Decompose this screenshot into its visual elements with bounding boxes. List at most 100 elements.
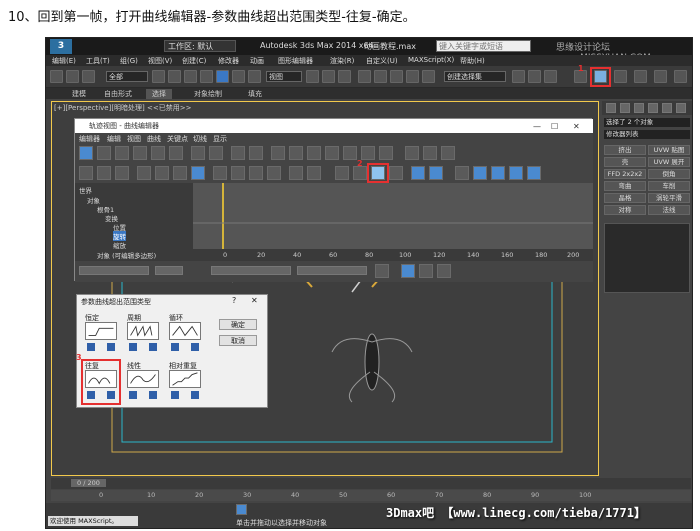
menu-item-group[interactable]: 组(G) xyxy=(120,56,138,66)
add-keys-icon[interactable] xyxy=(151,146,165,160)
tangent-fast-icon[interactable] xyxy=(307,146,321,160)
move-keys-icon[interactable] xyxy=(79,146,93,160)
biped-tool-c-icon[interactable] xyxy=(491,166,505,180)
modifier-button-unwrap[interactable]: UVW 展开 xyxy=(648,157,690,167)
scale-values-icon[interactable] xyxy=(133,146,147,160)
isolate-curve-icon[interactable] xyxy=(115,166,129,180)
dialog-close-icon[interactable]: ✕ xyxy=(251,296,258,305)
object-name-field[interactable]: 选择了 2 个对象 xyxy=(604,118,690,127)
status-field-small[interactable] xyxy=(155,266,183,275)
angle-snap-icon[interactable] xyxy=(374,70,387,83)
modifier-button-bevel[interactable]: 倒角 xyxy=(648,169,690,179)
status-lock-icon[interactable] xyxy=(236,504,247,515)
rect-region-icon[interactable] xyxy=(184,70,197,83)
curve-tool-c-icon[interactable] xyxy=(441,146,455,160)
hierarchy-tab-icon[interactable] xyxy=(634,103,644,113)
menu-item-tools[interactable]: 工具(T) xyxy=(86,56,110,66)
tangent-in-icon[interactable] xyxy=(411,166,425,180)
slide-keys-icon[interactable] xyxy=(97,146,111,160)
show-selected-icon[interactable] xyxy=(97,166,111,180)
biped-tool-e-icon[interactable] xyxy=(527,166,541,180)
mirror-icon[interactable] xyxy=(512,70,525,83)
edit-named-sets-icon[interactable] xyxy=(422,70,435,83)
frame-field[interactable] xyxy=(211,266,291,275)
arrow-out-icon[interactable] xyxy=(107,343,115,351)
arrow-out-icon[interactable] xyxy=(149,343,157,351)
key-stats-icon[interactable] xyxy=(307,166,321,180)
render-icon[interactable] xyxy=(674,70,687,83)
modifier-button-bend[interactable]: 弯曲 xyxy=(604,181,646,191)
curve-graph[interactable]: 0 20 40 60 80 100 120 140 160 180 200 xyxy=(193,183,593,261)
maxscript-listener[interactable]: 欢迎使用 MAXScript。 xyxy=(48,516,138,526)
arrow-in-icon[interactable] xyxy=(129,343,137,351)
utilities-tab-icon[interactable] xyxy=(676,103,686,113)
menu-item-rendering[interactable]: 渲染(R) xyxy=(330,56,354,66)
show-keys-icon[interactable] xyxy=(267,166,281,180)
draw-curves-icon[interactable] xyxy=(169,146,183,160)
tangent-custom-icon[interactable] xyxy=(289,146,303,160)
tangent-smooth-icon[interactable] xyxy=(379,146,393,160)
tab-object-paint[interactable]: 对象绘制 xyxy=(194,89,222,99)
biped-tool-b-icon[interactable] xyxy=(473,166,487,180)
arrow-in-icon[interactable] xyxy=(171,343,179,351)
modifier-button-turbosmooth[interactable]: 涡轮平滑 xyxy=(648,193,690,203)
motion-tab-icon[interactable] xyxy=(648,103,658,113)
tangent-slow-icon[interactable] xyxy=(325,146,339,160)
material-editor-icon[interactable] xyxy=(614,70,627,83)
modifier-button-uvw-map[interactable]: UVW 贴图 xyxy=(648,145,690,155)
tangent-out-icon[interactable] xyxy=(429,166,443,180)
lock-tangents-icon[interactable] xyxy=(249,146,263,160)
maximize-icon[interactable]: ☐ xyxy=(551,120,558,134)
select-manipulate-icon[interactable] xyxy=(322,70,335,83)
timeline-ruler[interactable]: 0 10 20 30 40 50 60 70 80 90 100 xyxy=(51,490,691,501)
modifier-button-ffd[interactable]: FFD 2x2x2 xyxy=(604,169,646,179)
select-move-icon[interactable] xyxy=(216,70,229,83)
status-tool-d-icon[interactable] xyxy=(437,264,451,278)
ok-button[interactable]: 确定 xyxy=(219,319,257,330)
arrow-out-icon[interactable] xyxy=(191,343,199,351)
select-rotate-icon[interactable] xyxy=(232,70,245,83)
pivot-icon[interactable] xyxy=(306,70,319,83)
search-input[interactable]: 键入关键字或短语 xyxy=(436,40,531,52)
tab-modeling[interactable]: 建模 xyxy=(72,89,86,99)
reduce-keys-icon[interactable] xyxy=(231,146,245,160)
keyboard-shortcut-icon[interactable] xyxy=(338,70,351,83)
minimize-icon[interactable]: — xyxy=(533,120,541,134)
arrow-in-icon[interactable] xyxy=(129,391,137,399)
snap-toggle-icon[interactable] xyxy=(358,70,371,83)
menu-item-graph-editors[interactable]: 图形编辑器 xyxy=(278,56,313,66)
show-tangents-icon[interactable] xyxy=(249,166,263,180)
align-icon[interactable] xyxy=(528,70,541,83)
tab-freeform[interactable]: 自由形式 xyxy=(104,89,132,99)
display-tab-icon[interactable] xyxy=(662,103,672,113)
filters-icon[interactable] xyxy=(79,166,93,180)
percent-snap-icon[interactable] xyxy=(390,70,403,83)
tab-populate[interactable]: 填充 xyxy=(248,89,262,99)
tree-item-scale[interactable]: 缩放 xyxy=(113,240,126,250)
tab-selection[interactable]: 选择 xyxy=(146,89,172,99)
ease-curve-icon[interactable] xyxy=(335,166,349,180)
move-key-icon[interactable] xyxy=(191,166,205,180)
modifier-button-extrude[interactable]: 挤出 xyxy=(604,145,646,155)
render-setup-icon[interactable] xyxy=(634,70,647,83)
select-object-icon[interactable] xyxy=(152,70,165,83)
status-field-left[interactable] xyxy=(79,266,149,275)
redo-icon[interactable] xyxy=(66,70,79,83)
arrow-out-icon[interactable] xyxy=(149,391,157,399)
zoom-icon[interactable] xyxy=(209,146,223,160)
menu-item-edit[interactable]: 编辑(E) xyxy=(52,56,76,66)
window-crossing-icon[interactable] xyxy=(200,70,213,83)
curve-tool-a-icon[interactable] xyxy=(405,146,419,160)
render-frame-icon[interactable] xyxy=(654,70,667,83)
tangent-linear-icon[interactable] xyxy=(361,146,375,160)
biped-tool-d-icon[interactable] xyxy=(509,166,523,180)
curve-tool-b-icon[interactable] xyxy=(423,146,437,160)
menu-item-modifiers[interactable]: 修改器 xyxy=(218,56,239,66)
reference-coord-select[interactable]: 视图 xyxy=(266,71,302,82)
select-by-name-icon[interactable] xyxy=(168,70,181,83)
menu-item-customize[interactable]: 自定义(U) xyxy=(366,56,398,66)
menu-item-maxscript[interactable]: MAXScript(X) xyxy=(408,56,454,64)
zoom-region-icon[interactable] xyxy=(173,166,187,180)
workspace-select[interactable]: 工作区: 默认 xyxy=(164,40,236,52)
snap-frames-icon[interactable] xyxy=(213,166,227,180)
